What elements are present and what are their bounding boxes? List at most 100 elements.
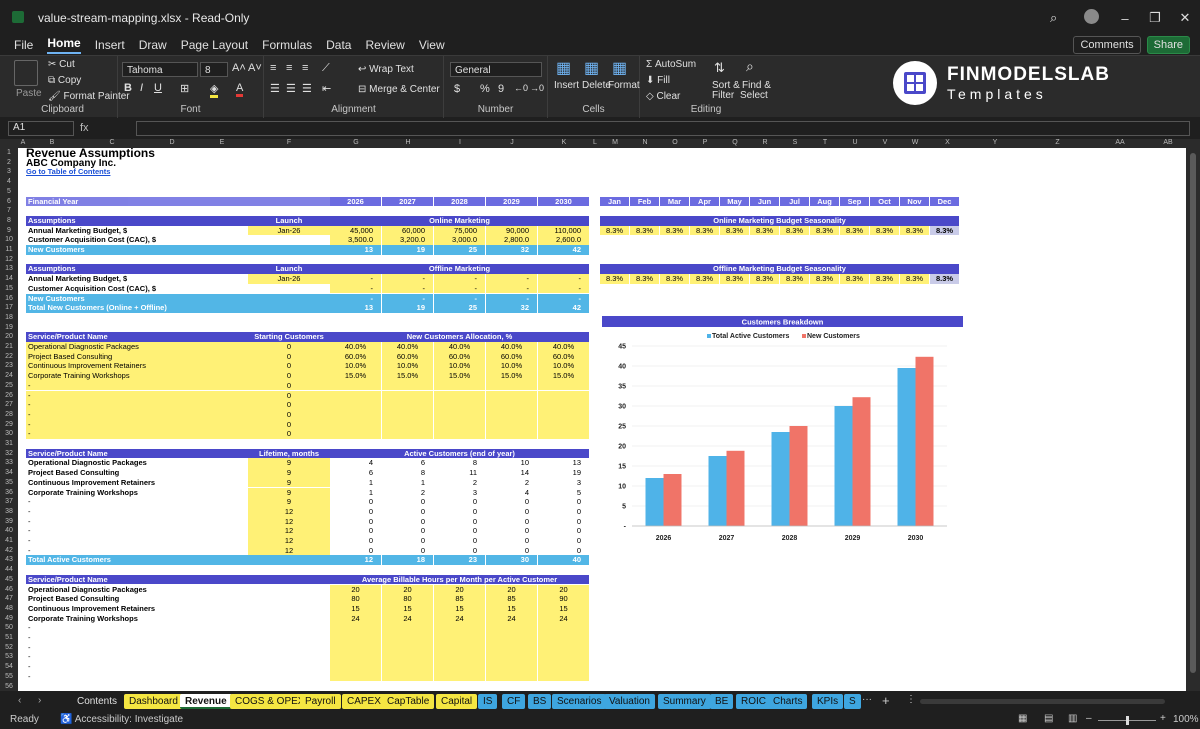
cell[interactable]: 19: [382, 245, 433, 255]
cell[interactable]: Corporate Training Workshops: [26, 614, 330, 624]
cell[interactable]: 14: [486, 468, 537, 478]
cell[interactable]: [486, 633, 537, 643]
row-header[interactable]: 40: [0, 526, 18, 536]
column-header[interactable]: E: [196, 139, 248, 146]
column-header[interactable]: D: [148, 139, 196, 146]
cell[interactable]: 60.0%: [330, 351, 381, 362]
cell[interactable]: 25: [434, 245, 485, 255]
tab-capex[interactable]: CAPEX: [342, 694, 386, 709]
cell[interactable]: 0: [382, 497, 433, 507]
cell[interactable]: 0: [382, 526, 433, 536]
cell[interactable]: 12: [330, 555, 381, 566]
cell[interactable]: -: [330, 293, 381, 304]
column-header[interactable]: W: [900, 139, 930, 146]
percent-icon[interactable]: %: [480, 83, 490, 95]
menu-file[interactable]: File: [14, 38, 33, 54]
column-header[interactable]: U: [840, 139, 870, 146]
row-header[interactable]: 55: [0, 672, 18, 682]
comma-icon[interactable]: 9: [498, 83, 504, 95]
prev-sheet-icon[interactable]: ‹: [18, 695, 21, 706]
cell[interactable]: 60.0%: [434, 351, 485, 362]
next-sheet-icon[interactable]: ›: [38, 695, 41, 706]
cell[interactable]: [538, 662, 589, 672]
cell[interactable]: [382, 642, 433, 653]
cell[interactable]: 8.3%: [630, 274, 659, 284]
cell[interactable]: 42: [538, 303, 589, 313]
cell[interactable]: 15.0%: [382, 371, 433, 381]
row-header[interactable]: 2: [0, 158, 18, 168]
column-header[interactable]: I: [434, 139, 486, 146]
row-header[interactable]: 9: [0, 226, 18, 236]
cell[interactable]: Customer Acquisition Cost (CAC), $: [26, 235, 248, 245]
cell[interactable]: [486, 652, 537, 663]
cell[interactable]: 8.3%: [600, 225, 629, 236]
cell[interactable]: 1: [330, 488, 381, 498]
cell[interactable]: 0: [486, 507, 537, 517]
cell[interactable]: 6: [382, 458, 433, 468]
cell[interactable]: Continuous Improvement Retainers: [26, 361, 248, 372]
cell[interactable]: 10.0%: [538, 361, 589, 372]
increase-font-icon[interactable]: A˄: [232, 62, 246, 74]
increase-decimal-icon[interactable]: ←0: [514, 83, 528, 93]
cell[interactable]: Project Based Consulting: [26, 468, 248, 478]
cell[interactable]: 0: [538, 507, 589, 517]
scroll-thumb[interactable]: [1190, 153, 1196, 673]
cell[interactable]: [382, 652, 433, 663]
cell[interactable]: 18: [382, 555, 433, 566]
cell[interactable]: Nov: [900, 196, 929, 207]
row-header[interactable]: 39: [0, 517, 18, 527]
row-header[interactable]: 18: [0, 313, 18, 323]
cell[interactable]: Service/Product Name: [26, 574, 330, 585]
cell[interactable]: 8.3%: [810, 274, 839, 284]
cell[interactable]: 0: [486, 526, 537, 536]
row-header[interactable]: 29: [0, 420, 18, 430]
cell[interactable]: 8.3%: [840, 274, 869, 284]
autosum-button[interactable]: Σ AutoSum: [646, 59, 696, 70]
row-header[interactable]: 53: [0, 652, 18, 662]
cell[interactable]: Operational Diagnostic Packages: [26, 342, 248, 352]
cell[interactable]: [382, 380, 433, 391]
cell[interactable]: Financial Year: [26, 196, 330, 207]
cell[interactable]: [538, 400, 589, 410]
cell[interactable]: 9: [248, 477, 330, 488]
cell[interactable]: [330, 409, 381, 420]
paste-button[interactable]: Paste: [16, 88, 42, 99]
cell[interactable]: 0: [248, 371, 330, 381]
cell[interactable]: 2,600.0: [538, 235, 589, 245]
cell[interactable]: 8.3%: [600, 274, 629, 284]
delete-cells-icon[interactable]: ▦: [584, 58, 599, 78]
column-header[interactable]: AA: [1090, 139, 1150, 146]
cell[interactable]: -: [26, 546, 248, 556]
cell[interactable]: [330, 642, 381, 653]
cell[interactable]: [486, 429, 537, 439]
cell[interactable]: 8.3%: [870, 274, 899, 284]
row-header[interactable]: 15: [0, 284, 18, 294]
cell[interactable]: [330, 671, 381, 682]
comments-button[interactable]: Comments: [1073, 36, 1141, 54]
menu-page-layout[interactable]: Page Layout: [181, 38, 248, 54]
cell[interactable]: 8.3%: [930, 274, 959, 284]
tab-scenarios[interactable]: Scenarios: [552, 694, 607, 709]
row-header[interactable]: 51: [0, 633, 18, 643]
cell[interactable]: 19: [382, 303, 433, 313]
top-align-icon[interactable]: ≡: [270, 62, 276, 74]
align-center-icon[interactable]: ☰: [286, 82, 296, 95]
cell[interactable]: 9: [248, 487, 330, 498]
cell[interactable]: 10.0%: [486, 361, 537, 372]
cell[interactable]: -: [26, 536, 248, 546]
cell[interactable]: -: [26, 517, 248, 527]
cell[interactable]: 0: [330, 526, 381, 536]
cell[interactable]: Offline Marketing Budget Seasonality: [600, 264, 959, 275]
cell[interactable]: Assumptions: [26, 264, 248, 275]
tab-revenue[interactable]: Revenue: [180, 694, 232, 709]
align-left-icon[interactable]: ☰: [270, 82, 280, 95]
cell[interactable]: 60.0%: [538, 351, 589, 362]
underline-icon[interactable]: U: [154, 82, 162, 94]
column-header[interactable]: AB: [1150, 139, 1186, 146]
minimize-icon[interactable]: –: [1110, 11, 1140, 26]
cell[interactable]: 13: [330, 245, 381, 255]
cell[interactable]: 0: [486, 536, 537, 546]
cell[interactable]: 2,800.0: [486, 235, 537, 245]
cell[interactable]: -: [26, 672, 330, 682]
column-header[interactable]: Z: [1025, 139, 1090, 146]
